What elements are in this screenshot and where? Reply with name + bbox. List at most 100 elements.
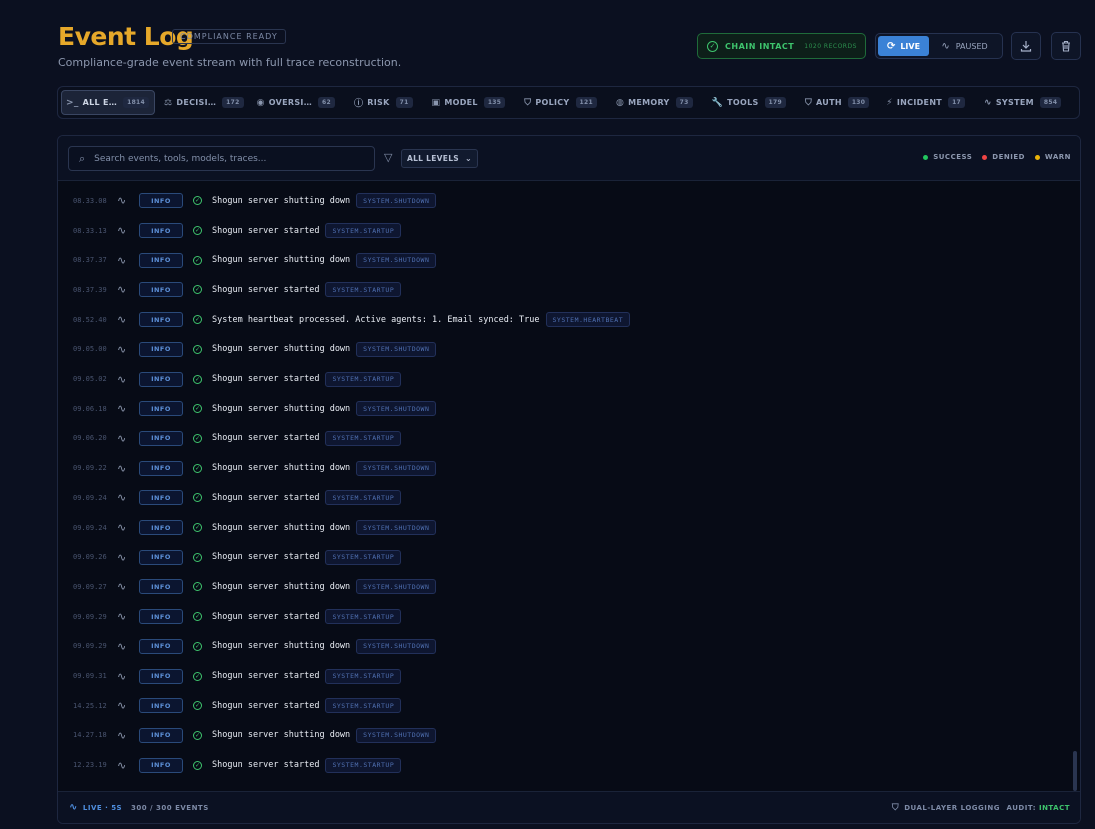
event-time: 09.09.26 bbox=[73, 553, 107, 562]
event-time: 09.09.27 bbox=[73, 582, 107, 591]
live-button[interactable]: ⟳ LIVE bbox=[878, 36, 929, 56]
event-type-tag[interactable]: SYSTEM.SHUTDOWN bbox=[356, 401, 437, 417]
event-type-tag[interactable]: SYSTEM.STARTUP bbox=[325, 282, 402, 298]
event-type-tag[interactable]: SYSTEM.STARTUP bbox=[325, 698, 402, 714]
tab-lock[interactable]: ⛉ AUTH 130 bbox=[801, 90, 874, 115]
event-row[interactable]: 09.09.24 ∿ INFO ✓ Shogun server shutting dow… bbox=[58, 513, 1080, 543]
event-type-tag[interactable]: SYSTEM.STARTUP bbox=[325, 223, 402, 239]
check-circle-icon: ✓ bbox=[707, 40, 718, 52]
event-content: Shogun server started SYSTEM.STARTUP bbox=[212, 430, 402, 446]
event-time: 09.09.29 bbox=[73, 642, 107, 651]
event-type-tag[interactable]: SYSTEM.SHUTDOWN bbox=[356, 638, 437, 654]
event-content: Shogun server shutting down SYSTEM.SHUTDO… bbox=[212, 401, 437, 417]
event-content: Shogun server started SYSTEM.STARTUP bbox=[212, 223, 402, 239]
event-row[interactable]: 09.09.24 ∿ INFO ✓ Shogun server started SYSTE… bbox=[58, 483, 1080, 513]
event-content: Shogun server started SYSTEM.STARTUP bbox=[212, 757, 402, 773]
pulse-icon: ∿ bbox=[117, 253, 127, 267]
pulse-icon: ∿ bbox=[117, 639, 127, 653]
pulse-icon: ∿ bbox=[117, 669, 127, 683]
tab-terminal[interactable]: >_ ALL E… 1814 bbox=[61, 90, 155, 115]
event-type-tag[interactable]: SYSTEM.STARTUP bbox=[325, 430, 402, 446]
pulse-icon: ∿ bbox=[117, 402, 127, 416]
paused-label: PAUSED bbox=[955, 41, 988, 51]
tab-count-badge: 172 bbox=[222, 97, 244, 108]
tab-label: POLICY bbox=[535, 98, 570, 107]
paused-button[interactable]: ∿ PAUSED bbox=[929, 41, 1000, 52]
event-type-tag[interactable]: SYSTEM.SHUTDOWN bbox=[356, 252, 437, 268]
download-button[interactable] bbox=[1011, 32, 1041, 60]
tab-pulse[interactable]: ∿ SYSTEM 854 bbox=[980, 90, 1066, 115]
event-row[interactable]: 14.27.18 ∿ INFO ✓ Shogun server shutting dow… bbox=[58, 721, 1080, 751]
event-row[interactable]: 08.52.40 ∿ INFO ✓ System heartbeat processed… bbox=[58, 305, 1080, 335]
tab-count-badge: 130 bbox=[847, 97, 870, 108]
level-badge: INFO bbox=[139, 341, 183, 357]
event-time: 08.33.08 bbox=[73, 196, 107, 205]
event-row[interactable]: 08.33.08 ∿ INFO ✓ Shogun server shutting dow… bbox=[58, 186, 1080, 216]
event-row[interactable]: 08.33.13 ∿ INFO ✓ Shogun server started SYSTE… bbox=[58, 216, 1080, 246]
event-type-tag[interactable]: SYSTEM.STARTUP bbox=[325, 757, 402, 773]
pulse-icon: ∿ bbox=[117, 610, 127, 624]
event-row[interactable]: 09.05.02 ∿ INFO ✓ Shogun server started SYSTE… bbox=[58, 364, 1080, 394]
search-input[interactable] bbox=[94, 153, 345, 164]
event-type-tag[interactable]: SYSTEM.SHUTDOWN bbox=[356, 727, 437, 743]
event-type-tag[interactable]: SYSTEM.STARTUP bbox=[325, 549, 402, 565]
event-content: Shogun server started SYSTEM.STARTUP bbox=[212, 668, 402, 684]
tab-alert[interactable]: ⓘ RISK 71 bbox=[350, 90, 418, 115]
event-type-tag[interactable]: SYSTEM.STARTUP bbox=[325, 490, 402, 506]
event-message: Shogun server started bbox=[212, 671, 320, 682]
tab-shield[interactable]: ⛉ POLICY 121 bbox=[520, 90, 602, 115]
event-message: Shogun server started bbox=[212, 492, 320, 503]
event-type-tag[interactable]: SYSTEM.STARTUP bbox=[325, 668, 402, 684]
event-row[interactable]: 09.06.20 ∿ INFO ✓ Shogun server started SYSTE… bbox=[58, 424, 1080, 454]
event-type-tag[interactable]: SYSTEM.SHUTDOWN bbox=[356, 579, 437, 595]
event-type-tag[interactable]: SYSTEM.SHUTDOWN bbox=[356, 341, 437, 357]
pulse-icon: ∿ bbox=[69, 802, 78, 813]
delete-button[interactable] bbox=[1051, 32, 1081, 60]
event-type-tag[interactable]: SYSTEM.HEARTBEAT bbox=[545, 312, 631, 328]
event-message: Shogun server started bbox=[212, 700, 320, 711]
event-row[interactable]: 08.37.37 ∿ INFO ✓ Shogun server shutting dow… bbox=[58, 245, 1080, 275]
tab-scale[interactable]: ⚖ DECISI… 172 bbox=[160, 90, 249, 115]
tab-eye[interactable]: ◉ OVERSI… 62 bbox=[253, 90, 340, 115]
level-select-value: ALL LEVELS bbox=[407, 154, 459, 163]
event-row[interactable]: 08.37.39 ∿ INFO ✓ Shogun server started SYSTE… bbox=[58, 275, 1080, 305]
event-time: 08.33.13 bbox=[73, 226, 107, 235]
event-row[interactable]: 09.05.00 ∿ INFO ✓ Shogun server shutting dow… bbox=[58, 335, 1080, 365]
event-row[interactable]: 09.09.26 ∿ INFO ✓ Shogun server started SYSTE… bbox=[58, 542, 1080, 572]
tab-zap[interactable]: ⚡ INCIDENT 17 bbox=[882, 90, 970, 115]
pulse-icon: ∿ bbox=[117, 283, 127, 297]
event-type-tag[interactable]: SYSTEM.SHUTDOWN bbox=[356, 520, 437, 536]
event-time: 14.25.12 bbox=[73, 701, 107, 710]
event-row[interactable]: 14.25.12 ∿ INFO ✓ Shogun server started SYSTE… bbox=[58, 691, 1080, 721]
tab-wrench[interactable]: 🔧 TOOLS 179 bbox=[708, 90, 791, 115]
tab-cpu[interactable]: ▣ MODEL 135 bbox=[428, 90, 511, 115]
event-content: Shogun server shutting down SYSTEM.SHUTDO… bbox=[212, 341, 437, 357]
event-row[interactable]: 09.09.31 ∿ INFO ✓ Shogun server started SYSTE… bbox=[58, 661, 1080, 691]
event-content: Shogun server started SYSTEM.STARTUP bbox=[212, 609, 402, 625]
live-interval: LIVE · 5S bbox=[82, 803, 123, 812]
event-row[interactable]: 09.09.29 ∿ INFO ✓ Shogun server started SYSTE… bbox=[58, 602, 1080, 632]
event-content: Shogun server started SYSTEM.STARTUP bbox=[212, 698, 402, 714]
event-type-tag[interactable]: SYSTEM.STARTUP bbox=[325, 371, 402, 387]
check-circle-icon: ✓ bbox=[193, 255, 202, 265]
event-content: Shogun server started SYSTEM.STARTUP bbox=[212, 549, 402, 565]
event-row[interactable]: 12.23.19 ∿ INFO ✓ Shogun server started SYSTE… bbox=[58, 750, 1080, 780]
event-type-tag[interactable]: SYSTEM.STARTUP bbox=[325, 609, 402, 625]
tab-database[interactable]: ◍ MEMORY 73 bbox=[612, 90, 698, 115]
level-badge: INFO bbox=[139, 757, 183, 773]
status-legend: SUCCESS DENIED WARN bbox=[913, 153, 1071, 161]
check-circle-icon: ✓ bbox=[193, 582, 202, 592]
audit-value: INTACT bbox=[1038, 803, 1070, 812]
event-row[interactable]: 09.09.22 ∿ INFO ✓ Shogun server shutting dow… bbox=[58, 453, 1080, 483]
event-row[interactable]: 09.09.29 ∿ INFO ✓ Shogun server shutting dow… bbox=[58, 632, 1080, 662]
event-row[interactable]: 09.09.27 ∿ INFO ✓ Shogun server shutting dow… bbox=[58, 572, 1080, 602]
level-badge: INFO bbox=[139, 193, 183, 209]
scrollbar-thumb[interactable] bbox=[1073, 751, 1077, 791]
event-message: Shogun server shutting down bbox=[212, 730, 351, 741]
tab-label: ALL E… bbox=[82, 98, 118, 107]
level-select[interactable]: ALL LEVELS ⌄ bbox=[401, 149, 478, 168]
event-type-tag[interactable]: SYSTEM.SHUTDOWN bbox=[356, 193, 437, 209]
event-message: Shogun server shutting down bbox=[212, 581, 351, 592]
event-row[interactable]: 09.06.18 ∿ INFO ✓ Shogun server shutting dow… bbox=[58, 394, 1080, 424]
event-type-tag[interactable]: SYSTEM.SHUTDOWN bbox=[356, 460, 437, 476]
